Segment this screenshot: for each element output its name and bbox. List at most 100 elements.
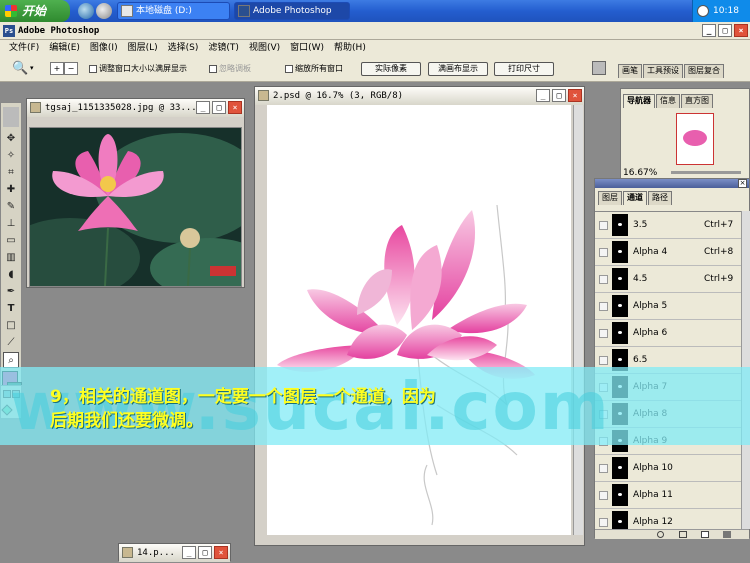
menu-layer[interactable]: 图层(L) bbox=[123, 40, 163, 56]
ie-quicklaunch-icon[interactable] bbox=[78, 3, 94, 19]
load-channel-selection-icon[interactable] bbox=[657, 531, 664, 538]
main-canvas[interactable] bbox=[267, 105, 571, 535]
menu-window[interactable]: 窗口(W) bbox=[285, 40, 329, 56]
minimize-button[interactable]: _ bbox=[196, 101, 210, 114]
channel-row[interactable]: 3.5 Ctrl+7 bbox=[595, 212, 741, 239]
photo-canvas[interactable] bbox=[0, 127, 270, 298]
channel-row[interactable]: Alpha 11 bbox=[595, 482, 741, 509]
maximize-button[interactable]: □ bbox=[552, 89, 566, 102]
actual-pixels-button[interactable]: 实际像素 bbox=[361, 62, 421, 76]
tab-paths[interactable]: 路径 bbox=[648, 191, 672, 205]
tab-tool-presets[interactable]: 工具预设 bbox=[643, 64, 683, 78]
stamp-tool-icon[interactable]: ⊥ bbox=[3, 216, 19, 232]
minimized-document-window[interactable]: 14.p... _ □ × bbox=[118, 543, 231, 562]
shape-tool-icon[interactable]: □ bbox=[3, 318, 19, 334]
tab-channels[interactable]: 通道 bbox=[623, 191, 647, 205]
maximize-button[interactable]: □ bbox=[718, 24, 732, 37]
channel-row[interactable]: Alpha 4 Ctrl+8 bbox=[595, 239, 741, 266]
tab-histogram[interactable]: 直方图 bbox=[681, 94, 713, 108]
printer-icon[interactable] bbox=[592, 61, 606, 75]
eraser-tool-icon[interactable]: ▭ bbox=[3, 233, 19, 249]
menu-filter[interactable]: 滤镜(T) bbox=[203, 40, 244, 56]
menu-file[interactable]: 文件(F) bbox=[4, 40, 44, 56]
minimize-button[interactable]: _ bbox=[702, 24, 716, 37]
channel-row[interactable]: Alpha 12 bbox=[595, 509, 741, 529]
type-tool-icon[interactable]: T bbox=[3, 301, 19, 317]
save-selection-channel-icon[interactable] bbox=[679, 531, 687, 538]
channel-visibility-toggle[interactable] bbox=[599, 518, 608, 527]
start-button[interactable]: 开始 bbox=[0, 0, 70, 22]
main-document-window[interactable]: 2.psd @ 16.7% (3, RGB/8) _ □ × bbox=[254, 86, 585, 546]
taskbar-item-disk[interactable]: 本地磁盘 (D:) bbox=[117, 2, 230, 20]
channel-visibility-toggle[interactable] bbox=[599, 221, 608, 230]
taskbar-item-photoshop[interactable]: Adobe Photoshop bbox=[234, 2, 350, 20]
resize-windows-checkbox[interactable]: 调整窗口大小以满屏显示 bbox=[89, 63, 187, 75]
menu-view[interactable]: 视图(V) bbox=[244, 40, 285, 56]
dodge-tool-icon[interactable]: ◖ bbox=[3, 267, 19, 283]
ignore-palettes-checkbox[interactable]: 忽略调板 bbox=[209, 63, 251, 75]
channels-palette-titlebar[interactable] bbox=[595, 179, 749, 188]
minimize-button[interactable]: _ bbox=[536, 89, 550, 102]
media-quicklaunch-icon[interactable] bbox=[96, 3, 112, 19]
minimized-document-titlebar[interactable]: 14.p... _ □ × bbox=[119, 544, 230, 562]
crop-tool-icon[interactable]: ⌗ bbox=[3, 165, 19, 181]
navigator-zoom-value[interactable]: 16.67% bbox=[623, 168, 657, 178]
chevron-down-icon[interactable]: ▾ bbox=[30, 64, 34, 72]
channel-row[interactable]: 4.5 Ctrl+9 bbox=[595, 266, 741, 293]
menu-image[interactable]: 图像(I) bbox=[85, 40, 123, 56]
zoom-out-icon[interactable]: − bbox=[64, 62, 78, 75]
photo-document-titlebar[interactable]: tgsaj_1151335028.jpg @ 33... _ □ × bbox=[27, 99, 244, 117]
channel-visibility-toggle[interactable] bbox=[599, 464, 608, 473]
channel-visibility-toggle[interactable] bbox=[599, 356, 608, 365]
tab-info[interactable]: 信息 bbox=[656, 94, 680, 108]
navigator-preview[interactable] bbox=[676, 113, 714, 165]
channel-row[interactable]: Alpha 5 bbox=[595, 293, 741, 320]
trash-icon[interactable] bbox=[723, 531, 731, 538]
channel-visibility-toggle[interactable] bbox=[599, 302, 608, 311]
palette-close-button[interactable]: × bbox=[738, 179, 747, 188]
zoom-all-windows-checkbox[interactable]: 缩放所有窗口 bbox=[285, 63, 343, 75]
tab-brushes[interactable]: 画笔 bbox=[618, 64, 642, 78]
channel-thumbnail bbox=[612, 322, 628, 344]
photo-document-window[interactable]: tgsaj_1151335028.jpg @ 33... _ □ × bbox=[0, 98, 270, 298]
fit-on-screen-button[interactable]: 满画布显示 bbox=[428, 62, 488, 76]
channel-visibility-toggle[interactable] bbox=[599, 248, 608, 257]
tab-navigator[interactable]: 导航器 bbox=[623, 94, 655, 108]
channel-visibility-toggle[interactable] bbox=[599, 329, 608, 338]
tutorial-caption: 9，相关的通道图，一定要一个图层一个通道，因为 后期我们还要微调。 bbox=[50, 387, 436, 431]
menu-select[interactable]: 选择(S) bbox=[163, 40, 204, 56]
eyedropper-tool-icon[interactable]: ⟋ bbox=[3, 335, 19, 351]
zoom-tool-active-icon[interactable]: ⌕ bbox=[3, 352, 19, 368]
navigator-zoom-slider[interactable] bbox=[671, 171, 741, 174]
lasso-tool-icon[interactable]: ✧ bbox=[3, 148, 19, 164]
print-size-button[interactable]: 打印尺寸 bbox=[494, 62, 554, 76]
healing-tool-icon[interactable]: ✚ bbox=[3, 182, 19, 198]
close-button[interactable]: × bbox=[228, 101, 242, 114]
main-document-titlebar[interactable]: 2.psd @ 16.7% (3, RGB/8) _ □ × bbox=[255, 87, 584, 105]
navigator-thumbnail-image bbox=[683, 130, 707, 146]
close-button[interactable]: × bbox=[214, 546, 228, 559]
vertical-scrollbar[interactable] bbox=[573, 105, 583, 535]
minimize-button[interactable]: _ bbox=[182, 546, 196, 559]
tab-layers[interactable]: 图层 bbox=[598, 191, 622, 205]
menu-help[interactable]: 帮助(H) bbox=[329, 40, 371, 56]
zoom-in-icon[interactable]: + bbox=[50, 62, 64, 75]
photo-document-title: tgsaj_1151335028.jpg @ 33... bbox=[45, 103, 197, 113]
system-tray: 10:18 bbox=[692, 0, 750, 22]
channel-visibility-toggle[interactable] bbox=[599, 491, 608, 500]
channel-visibility-toggle[interactable] bbox=[599, 275, 608, 284]
brush-tool-icon[interactable]: ✎ bbox=[3, 199, 19, 215]
channel-row[interactable]: Alpha 6 bbox=[595, 320, 741, 347]
close-button[interactable]: × bbox=[734, 24, 748, 37]
maximize-button[interactable]: □ bbox=[198, 546, 212, 559]
menu-edit[interactable]: 编辑(E) bbox=[44, 40, 85, 56]
gradient-tool-icon[interactable]: ▥ bbox=[3, 250, 19, 266]
tab-layer-comps[interactable]: 图层复合 bbox=[684, 64, 724, 78]
maximize-button[interactable]: □ bbox=[212, 101, 226, 114]
pen-tool-icon[interactable]: ✒ bbox=[3, 284, 19, 300]
move-tool-icon[interactable]: ✥ bbox=[3, 131, 19, 147]
channel-row[interactable]: Alpha 10 bbox=[595, 455, 741, 482]
close-button[interactable]: × bbox=[568, 89, 582, 102]
zoom-tool-icon[interactable]: 🔍 bbox=[12, 61, 28, 76]
new-channel-icon[interactable] bbox=[701, 531, 709, 538]
